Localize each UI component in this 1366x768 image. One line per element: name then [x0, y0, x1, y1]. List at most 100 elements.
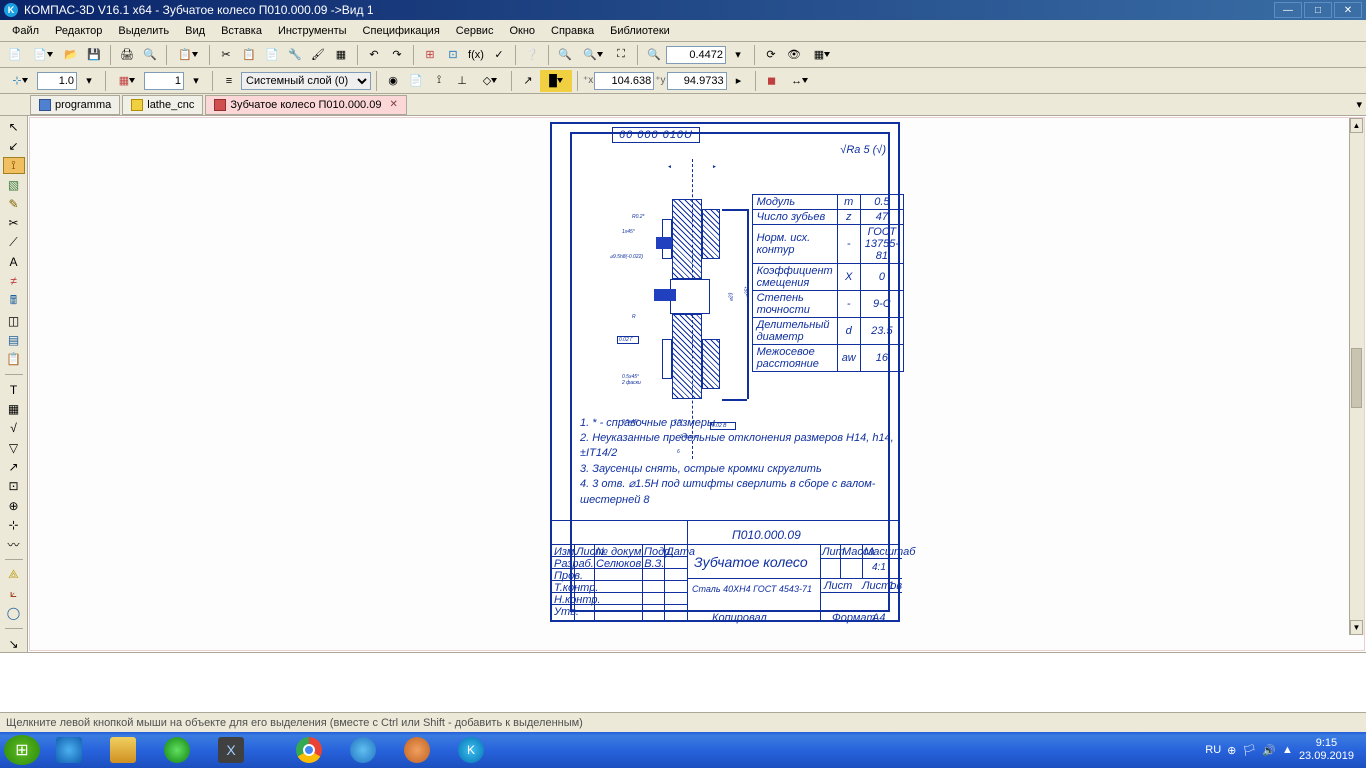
save-button[interactable]: 💾	[83, 44, 105, 66]
lib-button[interactable]: ⊞	[419, 44, 441, 66]
refresh-button[interactable]: ⟳	[760, 44, 782, 66]
tool-edit[interactable]: ✂	[3, 215, 25, 232]
tool-wave[interactable]: 〰	[3, 536, 25, 553]
tool-line[interactable]: ↙	[3, 137, 25, 154]
tool-mark[interactable]: ⊕	[3, 497, 25, 514]
stop-button[interactable]: ◼	[761, 70, 783, 92]
scroll-up-icon[interactable]: ▲	[1350, 118, 1363, 133]
tray-clock[interactable]: 9:15 23.09.2019	[1299, 737, 1354, 763]
tool-point[interactable]: ↘	[3, 635, 25, 652]
coord-spinner[interactable]: ▸	[728, 70, 750, 92]
tray-volume-icon[interactable]: 🔊	[1262, 744, 1276, 757]
tab-programma[interactable]: programma	[30, 95, 120, 115]
tab-gear[interactable]: Зубчатое колесо П010.000.09✕	[205, 95, 407, 115]
tool-select[interactable]: ↖	[3, 118, 25, 135]
zoomsel-button[interactable]: 🔍	[554, 44, 576, 66]
design-button[interactable]: ⊡	[442, 44, 464, 66]
param-button[interactable]: ↔	[784, 70, 816, 92]
menu-window[interactable]: Окно	[501, 23, 543, 39]
dim-button[interactable]: ⟟	[428, 70, 450, 92]
taskbar-mail[interactable]	[338, 735, 388, 765]
tool-roughness[interactable]: √	[3, 420, 25, 437]
menu-file[interactable]: Файл	[4, 23, 47, 39]
tool-mirror[interactable]: ◫	[3, 312, 25, 329]
taskbar-ie[interactable]	[44, 735, 94, 765]
tray-network-icon[interactable]: ⊕	[1227, 744, 1236, 757]
scroll-thumb[interactable]	[1351, 348, 1362, 408]
tool-text[interactable]: ✎	[3, 195, 25, 212]
layers-button[interactable]: 📋	[172, 44, 204, 66]
table-button[interactable]: ▦	[330, 44, 352, 66]
zoomfit-button[interactable]: ⛶	[610, 44, 632, 66]
tool-spec[interactable]: ▤	[3, 331, 25, 348]
check-button[interactable]: ✓	[488, 44, 510, 66]
preview-button[interactable]: 🔍	[139, 44, 161, 66]
open-button[interactable]: 📂	[60, 44, 82, 66]
tool-constraint[interactable]: ≠	[3, 273, 25, 290]
start-button[interactable]: ⊞	[4, 735, 40, 765]
menu-libs[interactable]: Библиотеки	[602, 23, 678, 39]
coord-x-input[interactable]	[594, 72, 654, 90]
maximize-button[interactable]: □	[1304, 2, 1332, 18]
taskbar-explorer[interactable]	[98, 735, 148, 765]
tool-arc[interactable]: A	[3, 253, 25, 270]
tool-dims[interactable]: ⟟	[3, 157, 25, 174]
tray-lang[interactable]: RU	[1205, 744, 1221, 756]
menu-editor[interactable]: Редактор	[47, 23, 110, 39]
menu-spec[interactable]: Спецификация	[355, 23, 448, 39]
page-button[interactable]: 📄	[405, 70, 427, 92]
cut-button[interactable]: ✂	[215, 44, 237, 66]
zoom-spinner[interactable]: ▾	[727, 44, 749, 66]
tray-up-icon[interactable]: ▲	[1282, 744, 1293, 756]
tool-measure[interactable]: 🖩	[3, 292, 25, 310]
drawing-canvas[interactable]: 60 000 010U √Ra 5 (√) Модульm0.5 Число з…	[29, 117, 1365, 651]
scroll-down-icon[interactable]: ▼	[1350, 620, 1363, 635]
color-button[interactable]: █	[540, 70, 572, 92]
scale-spinner[interactable]: ▾	[78, 70, 100, 92]
tool-hatch[interactable]: ▧	[3, 176, 25, 193]
taskbar-paint[interactable]	[392, 735, 442, 765]
tab-close-icon[interactable]: ✕	[389, 99, 397, 110]
tool-leader[interactable]: ↗	[3, 458, 25, 475]
taskbar-media[interactable]	[152, 735, 202, 765]
layer-select[interactable]: Системный слой (0)	[241, 72, 371, 90]
menu-view[interactable]: Вид	[177, 23, 213, 39]
ortho-button[interactable]: ⊥	[451, 70, 473, 92]
zoom-dd-button[interactable]: 🔍	[577, 44, 609, 66]
tool-auto2[interactable]: ⟀	[3, 585, 25, 602]
tool-circle[interactable]: ◯	[3, 605, 25, 622]
snap-button[interactable]: ⊹	[4, 70, 36, 92]
tool-center[interactable]: ⊹	[3, 516, 25, 533]
menu-tools[interactable]: Инструменты	[270, 23, 355, 39]
tool-chamfer[interactable]: ⟋	[3, 234, 25, 251]
menu-select[interactable]: Выделить	[110, 23, 177, 39]
zoom-input[interactable]	[666, 46, 726, 64]
copy-button[interactable]: 📋	[238, 44, 260, 66]
print-button[interactable]: 🖨	[116, 44, 138, 66]
tool-table[interactable]: ▦	[3, 400, 25, 417]
tool-report[interactable]: 📋	[3, 351, 25, 368]
fx-button[interactable]: f(x)	[465, 44, 487, 66]
tray-flag-icon[interactable]: 🏳	[1242, 744, 1256, 757]
view-input[interactable]	[144, 72, 184, 90]
tool-auto1[interactable]: ⟁	[3, 566, 25, 583]
undo-button[interactable]: ↶	[363, 44, 385, 66]
taskbar-kompas[interactable]: K	[446, 735, 496, 765]
new-dropdown[interactable]: 📄	[27, 44, 59, 66]
display-dd[interactable]: ▦	[806, 44, 838, 66]
osnap-button[interactable]: ◇	[474, 70, 506, 92]
menu-help[interactable]: Справка	[543, 23, 602, 39]
tool-base[interactable]: ▽	[3, 439, 25, 456]
scale-input[interactable]	[37, 72, 77, 90]
new-button[interactable]: 📄	[4, 44, 26, 66]
tab-lathe[interactable]: lathe_cnc	[122, 95, 203, 115]
tool-tolerance[interactable]: ⊡	[3, 478, 25, 495]
style-button[interactable]: ↗	[517, 70, 539, 92]
redo-button[interactable]: ↷	[386, 44, 408, 66]
menu-insert[interactable]: Вставка	[213, 23, 270, 39]
coord-y-input[interactable]	[667, 72, 727, 90]
hide-button[interactable]: 👁	[783, 44, 805, 66]
vertical-scrollbar[interactable]: ▲ ▼	[1349, 118, 1364, 635]
zoomin-icon[interactable]: 🔍	[643, 44, 665, 66]
tool-textins[interactable]: T	[3, 381, 25, 398]
